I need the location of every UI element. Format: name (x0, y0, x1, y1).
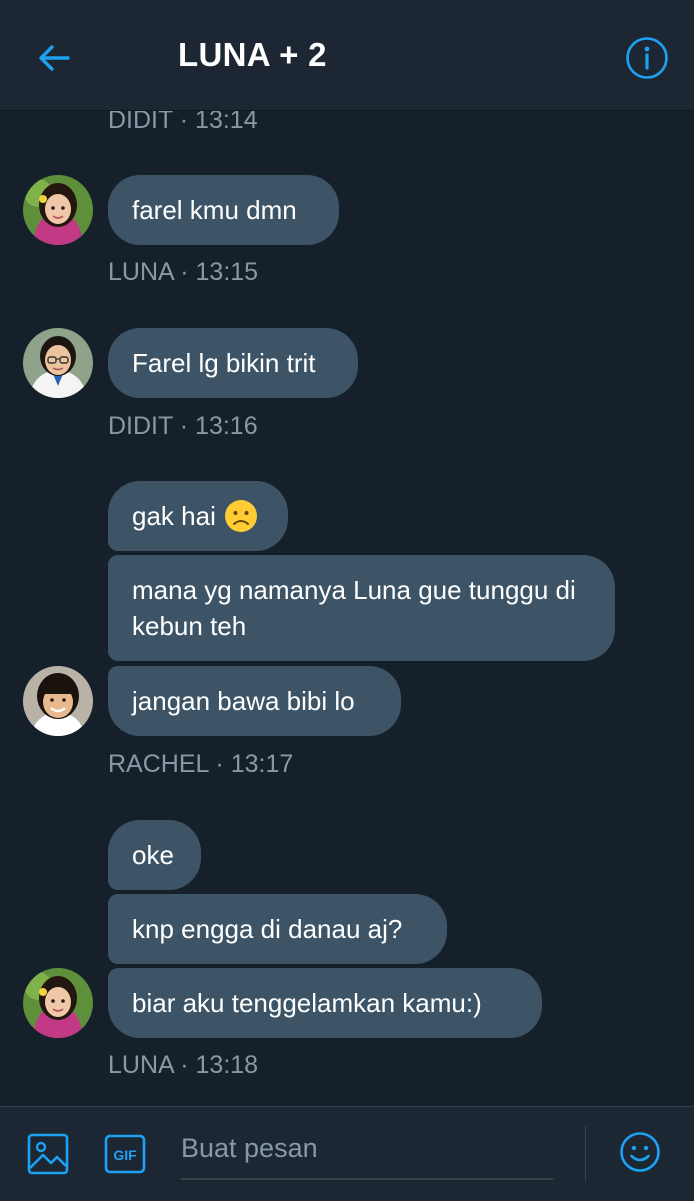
gif-label: GIF (113, 1147, 137, 1163)
message-text: gak hai (132, 501, 216, 531)
message-bubble[interactable]: Farel lg bikin trit (108, 328, 358, 398)
message-input[interactable]: Buat pesan (181, 1128, 553, 1180)
message-meta: LUNA · 13:15 (108, 258, 259, 286)
message-text: oke (132, 840, 174, 870)
message-meta: LUNA · 13:18 (108, 1051, 259, 1079)
composer-divider (585, 1126, 586, 1181)
avatar-didit[interactable] (23, 328, 93, 398)
message-bubble[interactable]: jangan bawa bibi lo (108, 666, 401, 736)
message-bubble[interactable]: farel kmu dmn (108, 175, 339, 245)
avatar-luna[interactable] (23, 968, 93, 1038)
message-text: Farel lg bikin trit (132, 348, 316, 378)
frowning-face-emoji (224, 499, 258, 533)
conversation-title: LUNA + 2 (178, 36, 327, 73)
info-icon[interactable] (624, 35, 670, 81)
message-bubble[interactable]: gak hai (108, 481, 288, 551)
top-bar: LUNA + 2 (0, 0, 694, 111)
message-text: farel kmu dmn (132, 195, 297, 225)
smiley-icon[interactable] (619, 1131, 661, 1173)
message-list: DIDIT · 13:14 farel kmu dmn LUNA · 13:15 (0, 0, 694, 1105)
image-icon[interactable] (27, 1133, 69, 1175)
avatar-rachel[interactable] (23, 666, 93, 736)
message-text: jangan bawa bibi lo (132, 686, 355, 716)
message-bubble[interactable]: mana yg namanya Luna gue tunggu di kebun… (108, 555, 615, 661)
avatar-luna[interactable] (23, 175, 93, 245)
arrow-left-icon[interactable] (34, 38, 74, 78)
gif-button[interactable]: GIF (104, 1134, 146, 1174)
message-text: knp engga di danau aj? (132, 914, 403, 944)
message-text: mana yg namanya Luna gue tunggu di kebun… (132, 575, 576, 641)
message-bubble[interactable]: oke (108, 820, 201, 890)
message-meta: DIDIT · 13:16 (108, 412, 258, 440)
message-meta: RACHEL · 13:17 (108, 750, 294, 778)
message-bubble[interactable]: knp engga di danau aj? (108, 894, 447, 964)
message-bubble[interactable]: biar aku tenggelamkan kamu:) (108, 968, 542, 1038)
message-text: biar aku tenggelamkan kamu:) (132, 988, 482, 1018)
